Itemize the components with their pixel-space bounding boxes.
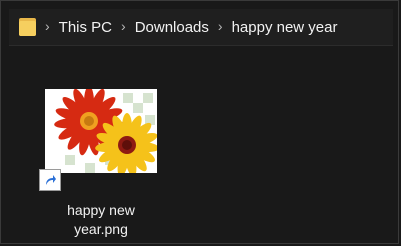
file-name-label[interactable]: happy new year.png: [37, 201, 165, 239]
breadcrumb-this-pc[interactable]: This PC: [59, 19, 112, 36]
folder-icon: [19, 17, 36, 37]
chevron-right-icon[interactable]: ›: [45, 18, 50, 34]
chevron-right-icon[interactable]: ›: [218, 18, 223, 34]
address-bar[interactable]: › This PC › Downloads › happy new year: [9, 9, 393, 46]
image-thumbnail[interactable]: [45, 89, 157, 173]
file-name-line-2: year.png: [74, 221, 128, 237]
breadcrumb-happy-new-year[interactable]: happy new year: [232, 19, 338, 36]
explorer-window: › This PC › Downloads › happy new year h…: [0, 0, 399, 244]
breadcrumb-downloads[interactable]: Downloads: [135, 19, 209, 36]
chevron-right-icon[interactable]: ›: [121, 18, 126, 34]
shortcut-arrow-icon: [39, 169, 61, 191]
file-name-line-1: happy new: [67, 202, 135, 218]
